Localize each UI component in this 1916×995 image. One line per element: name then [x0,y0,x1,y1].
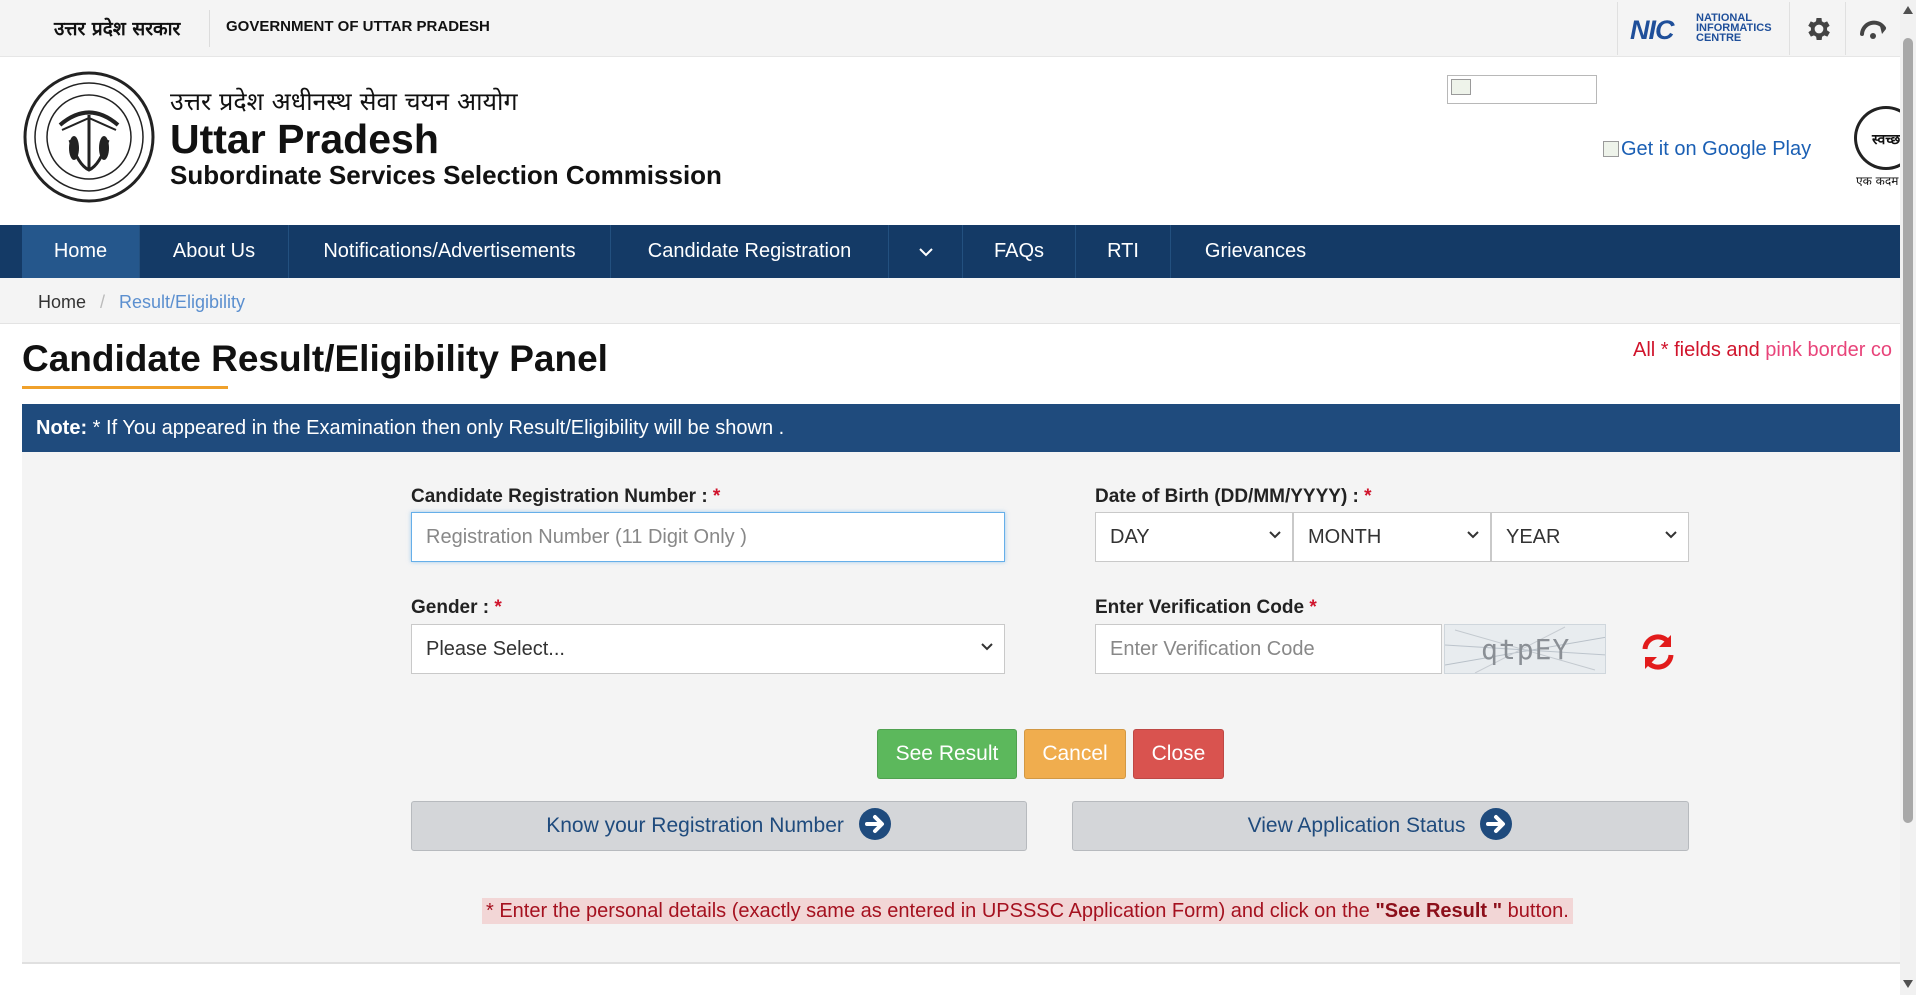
swachh-tagline: एक कदम [1856,174,1899,188]
view-application-status-button[interactable]: View Application Status [1072,801,1689,851]
gear-icon [1808,18,1830,40]
instruction-footnote: * Enter the personal details (exactly sa… [482,898,1573,924]
registration-number-label-text: Candidate Registration Number : [411,486,713,507]
nic-logo-text: NATIONAL INFORMATICS CENTRE [1696,13,1772,44]
nav-grievances[interactable]: Grievances [1171,225,1340,278]
chevron-down-icon [1269,531,1281,539]
nav-candidate-registration-dropdown[interactable] [889,225,963,278]
breadcrumb-separator: / [100,292,106,312]
topbar-divider [209,10,210,47]
nav-home[interactable]: Home [22,225,140,278]
accessibility-button[interactable] [1846,2,1900,55]
gov-top-bar: उत्तर प्रदेश सरकार GOVERNMENT OF UTTAR P… [0,0,1900,57]
verification-code-label-text: Enter Verification Code [1095,597,1310,618]
know-registration-number-button[interactable]: Know your Registration Number [411,801,1027,851]
captcha-image: qtpEY [1444,624,1606,674]
chevron-down-icon [1467,531,1479,539]
dob-day-select[interactable]: DAY [1095,512,1293,562]
cancel-button[interactable]: Cancel [1024,729,1126,779]
nic-logo: NIC [1630,15,1674,45]
dob-month-value: MONTH [1308,526,1382,548]
org-hindi-name: उत्तर प्रदेश अधीनस्थ सेवा चयन आयोग [170,87,518,116]
note-text: * If You appeared in the Examination the… [87,417,785,439]
settings-button[interactable] [1790,2,1846,55]
scroll-up-arrow[interactable] [1903,6,1913,14]
broken-image-icon [1451,79,1471,95]
nic-text-line: CENTRE [1696,32,1742,44]
page-scrollbar[interactable] [1900,0,1916,995]
nav-about-us[interactable]: About Us [140,225,289,278]
scroll-down-arrow[interactable] [1903,980,1913,988]
chevron-down-icon [918,248,933,257]
footnote-bold: "See Result " [1375,900,1503,922]
broken-image-icon [1603,141,1619,157]
required-star: * [494,597,502,618]
footnote-text: * Enter the personal details (exactly sa… [486,900,1376,922]
registration-number-input[interactable] [411,512,1005,562]
note-bar: Note: * If You appeared in the Examinati… [22,404,1900,452]
gov-english-title: GOVERNMENT OF UTTAR PRADESH [226,18,490,35]
nic-logo-link[interactable]: NIC NATIONAL INFORMATICS CENTRE [1617,2,1790,55]
arrow-right-circle-icon [1480,808,1513,841]
page-title: Candidate Result/Eligibility Panel [22,338,608,379]
org-sub-name: Subordinate Services Selection Commissio… [170,160,722,190]
dob-year-select[interactable]: YEAR [1491,512,1689,562]
breadcrumb-current: Result/Eligibility [119,292,246,312]
up-emblem-logo[interactable] [22,70,156,204]
dob-month-select[interactable]: MONTH [1293,512,1491,562]
accessibility-icon [1860,20,1886,39]
required-star: * [1364,486,1372,507]
google-play-link[interactable]: Get it on Google Play [1603,138,1811,161]
chevron-down-icon [981,643,993,651]
view-application-status-label: View Application Status [1247,814,1466,837]
swachh-text: स्वच्छ [1872,132,1901,148]
footnote-text-end: button. [1502,900,1569,922]
nav-faqs[interactable]: FAQs [963,225,1076,278]
required-star: * [1309,597,1317,618]
arrow-right-circle-icon [858,808,891,841]
chevron-down-icon [1665,531,1677,539]
required-fields-note: All * fields and pink border co [1633,339,1892,362]
title-underline [22,386,228,389]
dob-day-value: DAY [1110,526,1150,548]
refresh-captcha-icon[interactable] [1637,631,1679,673]
breadcrumb-home[interactable]: Home [38,292,86,313]
google-play-alt-text: Get it on Google Play [1621,138,1812,160]
registration-number-label: Candidate Registration Number : * [411,486,720,508]
dob-label: Date of Birth (DD/MM/YYYY) : * [1095,486,1372,508]
close-button[interactable]: Close [1133,729,1224,779]
org-main-name: Uttar Pradesh [170,116,439,162]
see-result-button[interactable]: See Result [877,729,1017,779]
required-note-text: All * fields and [1633,339,1766,361]
required-note-pink-text: pink border co [1765,339,1893,361]
know-registration-number-label: Know your Registration Number [546,814,844,837]
dob-year-value: YEAR [1506,526,1561,548]
note-prefix: Note: [36,417,88,439]
required-star: * [712,486,721,507]
captcha-text: qtpEY [1481,633,1571,666]
main-nav: Home About Us Notifications/Advertisemen… [0,225,1900,278]
nav-candidate-registration[interactable]: Candidate Registration [611,225,889,278]
nav-notifications[interactable]: Notifications/Advertisements [289,225,611,278]
dob-label-text: Date of Birth (DD/MM/YYYY) : [1095,486,1365,507]
gender-label-text: Gender : [411,597,495,618]
verification-code-input[interactable] [1095,624,1442,674]
gov-hindi-title: उत्तर प्रदेश सरकार [54,18,181,40]
breadcrumb: Home / Result/Eligibility [0,278,1900,324]
gender-value: Please Select... [426,638,565,660]
verification-code-label: Enter Verification Code * [1095,597,1317,619]
gender-select[interactable]: Please Select... [411,624,1005,674]
gender-label: Gender : * [411,597,502,619]
nav-rti[interactable]: RTI [1076,225,1171,278]
broken-image-placeholder[interactable] [1447,75,1597,104]
scrollbar-thumb[interactable] [1903,38,1913,823]
